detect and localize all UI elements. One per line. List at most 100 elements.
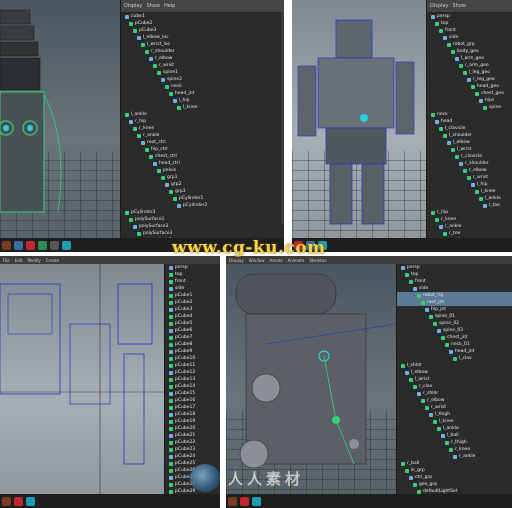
menu-create[interactable]: Create xyxy=(46,258,59,263)
outliner-row[interactable]: chest_ctrl xyxy=(121,153,284,160)
outliner-row[interactable]: pCube23 xyxy=(165,446,220,453)
start-icon[interactable] xyxy=(2,240,11,250)
outliner-row[interactable]: l_clavicle xyxy=(427,125,512,132)
viewport-orthographic[interactable] xyxy=(0,264,164,508)
menu-modify[interactable]: Modify xyxy=(27,258,40,263)
outliner-row[interactable]: pCylinder2 xyxy=(121,202,284,209)
outliner-row[interactable]: head_jnt xyxy=(121,90,284,97)
outliner-row[interactable]: hip_jnt xyxy=(397,306,512,313)
outliner-row[interactable]: pCube5 xyxy=(165,320,220,327)
outliner-row[interactable]: pCube18 xyxy=(165,411,220,418)
outliner-tree[interactable]: persp top front side robot_grp body_geo l_arm_… xyxy=(427,13,512,238)
outliner-row[interactable]: l_elbow xyxy=(427,139,512,146)
menu-help[interactable]: Help xyxy=(164,0,175,12)
outliner-row[interactable]: l_wrist xyxy=(397,376,512,383)
outliner-row[interactable]: grp2 xyxy=(121,181,284,188)
outliner-row[interactable]: r_hip xyxy=(427,209,512,216)
app-icon[interactable] xyxy=(14,240,23,250)
outliner-row[interactable]: r_ankle xyxy=(427,223,512,230)
outliner-row[interactable]: cube1 xyxy=(121,13,284,20)
outliner-tree[interactable]: persp top front side robot_rig root_jnt hip_jn… xyxy=(397,264,512,494)
outliner-row[interactable]: pCube19 xyxy=(165,418,220,425)
outliner-row[interactable]: body_geo xyxy=(427,48,512,55)
outliner-row[interactable]: front xyxy=(397,278,512,285)
menu-display[interactable]: Display xyxy=(124,0,142,12)
outliner-row[interactable]: pCube8 xyxy=(165,341,220,348)
outliner-row[interactable]: r_shoulder xyxy=(427,160,512,167)
outliner-row[interactable]: side xyxy=(427,34,512,41)
outliner-row[interactable]: side xyxy=(165,285,220,292)
outliner-row[interactable]: r_leg_geo xyxy=(427,76,512,83)
outliner-panel[interactable]: Display Show Help cube1 pCube2 pCube3 l_elb… xyxy=(120,0,284,238)
outliner-row[interactable]: polySurface2 xyxy=(121,223,284,230)
opera-icon[interactable] xyxy=(14,496,23,506)
outliner-row[interactable]: l_ankle xyxy=(397,425,512,432)
outliner-row[interactable]: l_toe xyxy=(427,202,512,209)
menu-display[interactable]: Display xyxy=(229,258,244,263)
outliner-row[interactable]: root_ctrl xyxy=(121,139,284,146)
outliner-row[interactable]: chest_geo xyxy=(427,90,512,97)
outliner-row[interactable]: pCube13 xyxy=(165,376,220,383)
outliner-row[interactable]: l_knee xyxy=(427,188,512,195)
start-icon[interactable] xyxy=(228,496,237,506)
outliner-row[interactable]: pCube12 xyxy=(165,369,220,376)
outliner-row[interactable]: head_ctrl xyxy=(121,160,284,167)
outliner-row[interactable]: pCube3 xyxy=(121,27,284,34)
outliner-row[interactable]: spine_02 xyxy=(397,320,512,327)
outliner-row[interactable]: spine_01 xyxy=(397,313,512,320)
opera-icon[interactable] xyxy=(240,496,249,506)
outliner-row[interactable]: pCube4 xyxy=(165,313,220,320)
outliner-row[interactable]: pCylinder3 xyxy=(121,209,284,216)
app-icon[interactable] xyxy=(38,240,47,250)
outliner-row[interactable]: l_elbow xyxy=(397,369,512,376)
outliner-row[interactable]: head xyxy=(427,118,512,125)
outliner-row[interactable]: r_wrist xyxy=(427,174,512,181)
outliner-row[interactable]: ctrl_grp xyxy=(397,474,512,481)
outliner-row[interactable]: r_clav xyxy=(397,383,512,390)
outliner-row[interactable]: r_toe xyxy=(427,230,512,237)
outliner-row[interactable]: pCube10 xyxy=(165,355,220,362)
outliner-row[interactable]: pCylinder1 xyxy=(121,195,284,202)
outliner-row[interactable]: head_geo xyxy=(427,83,512,90)
outliner-tree[interactable]: persp top front side pCube1 pCube2 pCube3 pCube… xyxy=(165,264,220,494)
outliner-tree[interactable]: cube1 pCube2 pCube3 l_elbow_loc l_wrist_loc r… xyxy=(121,13,284,238)
outliner-row[interactable]: l_wrist xyxy=(427,146,512,153)
outliner-row[interactable]: root_jnt xyxy=(397,299,512,306)
outliner-scrollbar[interactable] xyxy=(281,12,284,224)
outliner-row[interactable]: l_shldr xyxy=(397,362,512,369)
outliner-row[interactable]: l_ball xyxy=(397,432,512,439)
outliner-row[interactable]: r_wrist xyxy=(121,62,284,69)
outliner-row[interactable]: grp1 xyxy=(121,174,284,181)
outliner-panel[interactable]: persp top front side robot_rig root_jnt hip_jn… xyxy=(396,264,512,494)
outliner-row[interactable]: neck_01 xyxy=(397,341,512,348)
outliner-row[interactable]: l_knee xyxy=(121,104,284,111)
outliner-row[interactable]: l_thigh xyxy=(397,411,512,418)
outliner-row[interactable]: pCube9 xyxy=(165,348,220,355)
app-icon[interactable] xyxy=(50,240,59,250)
outliner-row[interactable]: pelvis xyxy=(121,167,284,174)
start-icon[interactable] xyxy=(2,496,11,506)
outliner-row[interactable]: chest_jnt xyxy=(397,334,512,341)
menu-edit[interactable]: Edit xyxy=(15,258,23,263)
outliner-row[interactable]: robot_rig xyxy=(397,292,512,299)
outliner-row[interactable]: r_shoulder xyxy=(121,48,284,55)
outliner-row[interactable]: pCube21 xyxy=(165,432,220,439)
outliner-row[interactable]: front xyxy=(427,27,512,34)
outliner-row[interactable]: front xyxy=(165,278,220,285)
outliner-row[interactable]: r_elbow xyxy=(121,55,284,62)
menu-display[interactable]: Display xyxy=(430,0,448,12)
outliner-panel[interactable]: persp top front side pCube1 pCube2 pCube3 pCube… xyxy=(164,264,220,494)
outliner-row[interactable]: spine xyxy=(427,104,512,111)
outliner-row[interactable]: l_elbow_loc xyxy=(121,34,284,41)
menu-show[interactable]: Show xyxy=(452,0,466,12)
outliner-row[interactable]: pCube20 xyxy=(165,425,220,432)
outliner-row[interactable]: r_knee xyxy=(121,125,284,132)
outliner-row[interactable]: ik_grp xyxy=(397,467,512,474)
outliner-row[interactable]: r_ankle xyxy=(397,453,512,460)
outliner-row[interactable]: neck xyxy=(121,83,284,90)
outliner-row[interactable]: pCube3 xyxy=(165,306,220,313)
outliner-row[interactable]: persp xyxy=(165,264,220,271)
outliner-row[interactable]: r_clavicle xyxy=(427,153,512,160)
outliner-row[interactable]: l_wrist_loc xyxy=(121,41,284,48)
outliner-row[interactable]: hip_ctrl xyxy=(121,146,284,153)
